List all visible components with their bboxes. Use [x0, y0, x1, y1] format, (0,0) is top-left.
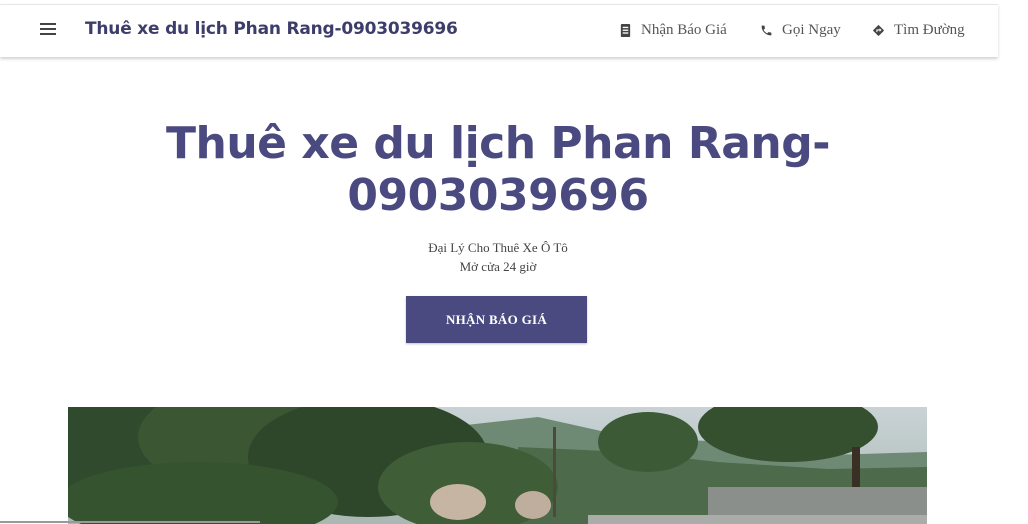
phone-icon	[761, 25, 772, 36]
nav-get-quote[interactable]: Nhận Báo Giá	[619, 22, 727, 39]
hero-title: Thuê xe du lịch Phan Rang- 0903039696	[0, 118, 996, 222]
nav-get-quote-label: Nhận Báo Giá	[641, 22, 727, 38]
hero-title-line-1: Thuê xe du lịch Phan Rang-	[166, 118, 830, 169]
nav-directions[interactable]: Tìm Đường	[872, 22, 965, 39]
site-title[interactable]: Thuê xe du lịch Phan Rang-0903039696	[85, 19, 458, 39]
nav-directions-label: Tìm Đường	[894, 22, 965, 38]
opening-hours: Mở cửa 24 giờ	[459, 259, 537, 274]
top-header: Thuê xe du lịch Phan Rang-0903039696 Nhậ…	[0, 4, 998, 57]
bottom-divider	[0, 521, 260, 523]
business-category: Đại Lý Cho Thuê Xe Ô Tô	[428, 240, 568, 255]
nav-call-now[interactable]: Gọi Ngay	[760, 22, 841, 39]
quote-doc-icon	[620, 24, 631, 37]
hamburger-menu-icon[interactable]	[40, 23, 58, 37]
get-quote-button[interactable]: NHẬN BÁO GIÁ	[406, 296, 587, 343]
hero-title-line-2: 0903039696	[347, 170, 649, 221]
hero-photo	[68, 407, 927, 524]
nav-call-now-label: Gọi Ngay	[782, 22, 841, 38]
directions-icon	[873, 25, 884, 36]
